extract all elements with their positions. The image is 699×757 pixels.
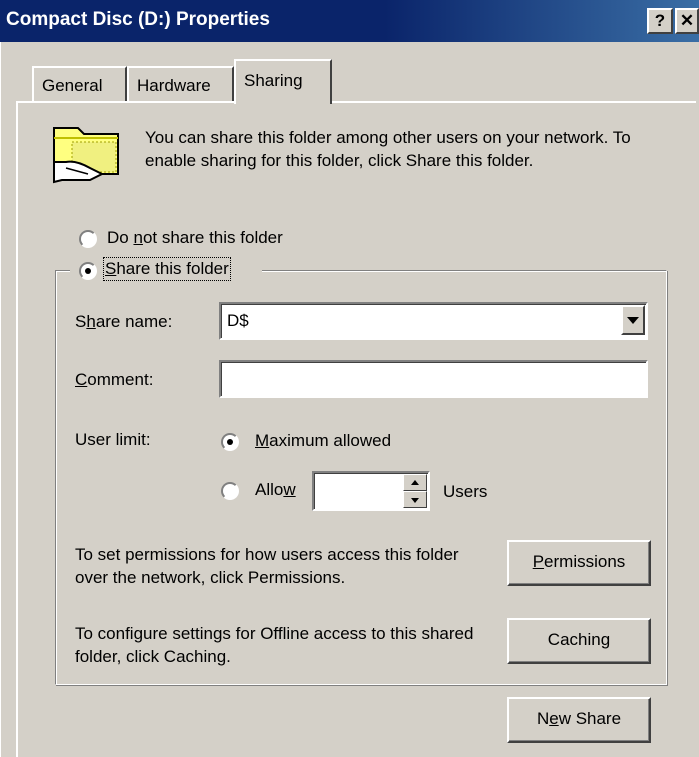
accelerator-key: g	[600, 630, 611, 649]
help-button[interactable]: ?	[647, 8, 673, 34]
accelerator-key: P	[532, 552, 545, 571]
chevron-up-icon	[411, 480, 419, 485]
new-share-button[interactable]: New Share	[507, 697, 651, 743]
chevron-down-icon	[411, 498, 419, 503]
users-label: Users	[443, 482, 488, 501]
accelerator-key: M	[255, 431, 270, 450]
allow-label[interactable]: Allow	[255, 480, 296, 500]
spin-up-button[interactable]	[403, 474, 427, 491]
close-icon: ✕	[679, 11, 695, 30]
share-name-value: D$	[227, 311, 249, 330]
button-label: Cachin	[547, 630, 601, 649]
label-part: are name:	[95, 312, 173, 331]
do-not-share-radio[interactable]	[79, 230, 97, 248]
tab-hardware[interactable]: Hardware	[127, 66, 234, 102]
caching-button[interactable]: Caching	[507, 618, 651, 664]
tab-sharing-label: Sharing	[244, 71, 303, 90]
tab-sharing[interactable]: Sharing	[234, 59, 332, 104]
accelerator-key: n	[133, 228, 143, 247]
sharing-description: You can share this folder among other us…	[145, 128, 631, 170]
permissions-button[interactable]: Permissions	[507, 540, 651, 586]
comment-field[interactable]	[219, 360, 648, 398]
label-part: hare this folder	[116, 259, 229, 278]
label-part: omment:	[87, 370, 154, 389]
dialog-edge	[0, 42, 6, 757]
user-limit-label: User limit:	[75, 430, 151, 449]
maximum-allowed-radio[interactable]	[221, 433, 239, 451]
tab-general[interactable]: General	[32, 66, 127, 102]
button-label: w Share	[558, 709, 622, 728]
allow-users-spinner[interactable]	[312, 471, 430, 511]
button-label: ermissions	[544, 552, 626, 571]
comment-label: Comment:	[75, 370, 153, 390]
accelerator-key: w	[283, 480, 296, 499]
share-this-folder-label[interactable]: Share this folder	[103, 257, 231, 281]
maximum-allowed-label[interactable]: Maximum allowed	[255, 431, 391, 451]
accelerator-key: S	[105, 259, 117, 278]
label-part: Do	[107, 228, 134, 247]
tab-hardware-label: Hardware	[137, 76, 211, 95]
accelerator-key: e	[549, 709, 559, 728]
share-this-folder-radio[interactable]	[79, 262, 97, 280]
label-part: Allo	[255, 480, 284, 499]
share-name-combobox[interactable]: D$	[219, 302, 648, 340]
shared-folder-icon	[53, 127, 119, 184]
accelerator-key: h	[86, 312, 96, 331]
label-part: ot share this folder	[142, 228, 283, 247]
spin-down-button[interactable]	[403, 491, 427, 508]
close-button[interactable]: ✕	[675, 8, 699, 34]
do-not-share-label[interactable]: Do not share this folder	[107, 228, 283, 248]
share-name-dropdown-button[interactable]	[621, 305, 645, 335]
allow-radio[interactable]	[221, 482, 239, 500]
window-title: Compact Disc (D:) Properties	[6, 9, 270, 30]
label-part: aximum allowed	[269, 431, 392, 450]
caching-description: To configure settings for Offline access…	[75, 624, 474, 666]
chevron-down-icon	[627, 317, 639, 324]
label-part: S	[75, 312, 87, 331]
permissions-description: To set permissions for how users access …	[75, 545, 459, 587]
tab-general-label: General	[42, 76, 103, 95]
share-name-label: Share name:	[75, 312, 172, 332]
button-label: N	[536, 709, 550, 728]
accelerator-key: C	[75, 370, 88, 389]
